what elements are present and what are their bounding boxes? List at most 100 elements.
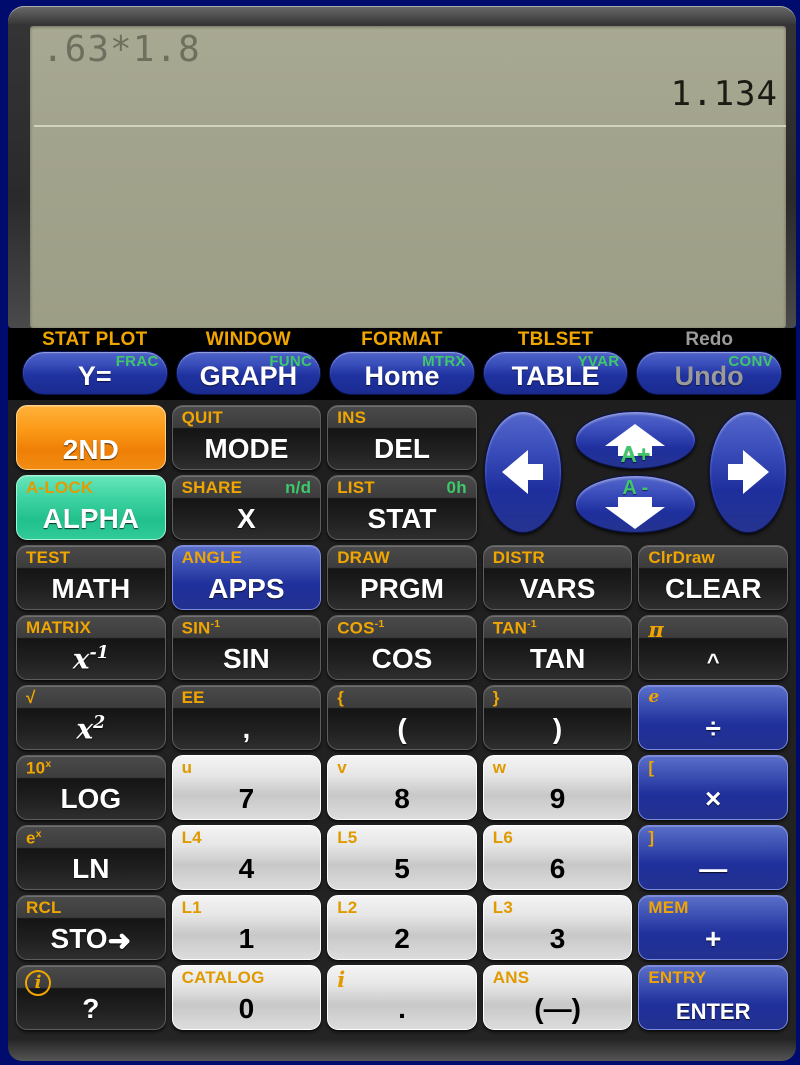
second-label-e-power-x: ex bbox=[26, 828, 42, 848]
key-0-label: 0 bbox=[238, 993, 255, 1024]
second-label-y-equals: STAT PLOT bbox=[42, 329, 148, 350]
second-label-pi: π bbox=[648, 617, 664, 642]
negate-key[interactable]: ANS (—) bbox=[482, 965, 633, 1030]
key-5[interactable]: L5 5 bbox=[327, 825, 477, 890]
y-equals-label: Y= bbox=[77, 360, 112, 391]
second-label-l4: L4 bbox=[181, 828, 202, 847]
second-label-ee: EE bbox=[181, 688, 205, 707]
key-6[interactable]: L6 6 bbox=[482, 825, 633, 890]
help-key[interactable]: i ? bbox=[16, 965, 166, 1030]
second-label-clrdraw: ClrDraw bbox=[648, 548, 715, 567]
clear-key[interactable]: ClrDraw CLEAR bbox=[638, 545, 788, 610]
alpha-label-v: v bbox=[337, 758, 347, 777]
second-label-l2: L2 bbox=[337, 898, 358, 917]
second-label-list: LIST bbox=[337, 478, 375, 497]
vars-key[interactable]: DISTR VARS bbox=[482, 545, 633, 610]
second-label-rcl: RCL bbox=[26, 898, 62, 917]
subtract-key-label: — bbox=[699, 853, 728, 884]
open-paren-key-label: ( bbox=[397, 713, 407, 744]
second-label-home: FORMAT bbox=[361, 329, 443, 350]
stat-key[interactable]: LIST 0h STAT bbox=[327, 475, 477, 540]
add-key-label: + bbox=[705, 923, 722, 954]
undo-button[interactable]: CONV Undo bbox=[636, 351, 782, 395]
math-key[interactable]: TEST MATH bbox=[16, 545, 166, 610]
second-key[interactable]: 2ND bbox=[16, 405, 166, 470]
x-variable-label: X bbox=[237, 503, 256, 534]
key-2[interactable]: L2 2 bbox=[327, 895, 477, 960]
tan-key[interactable]: TAN-1 TAN bbox=[482, 615, 633, 680]
key-3[interactable]: L3 3 bbox=[482, 895, 633, 960]
key-2-label: 2 bbox=[394, 923, 410, 954]
key-7[interactable]: u 7 bbox=[171, 755, 322, 820]
key-0[interactable]: CATALOG 0 bbox=[171, 965, 322, 1030]
ln-key[interactable]: ex LN bbox=[16, 825, 166, 890]
sin-key[interactable]: SIN-1 SIN bbox=[171, 615, 322, 680]
subtract-key[interactable]: ] — bbox=[638, 825, 788, 890]
second-label-angle: ANGLE bbox=[181, 548, 243, 567]
lcd-history-line: .63*1.8 1.134 bbox=[30, 26, 786, 124]
alpha-label-u: u bbox=[181, 758, 193, 777]
square-key-label: x2 bbox=[76, 712, 106, 745]
mode-key[interactable]: QUIT MODE bbox=[171, 405, 322, 470]
divide-key-label: ÷ bbox=[705, 713, 721, 744]
second-label-mem: MEM bbox=[648, 898, 689, 917]
second-label-l1: L1 bbox=[181, 898, 202, 917]
prgm-key[interactable]: DRAW PRGM bbox=[327, 545, 477, 610]
graph-button[interactable]: FUNC GRAPH bbox=[175, 351, 322, 395]
x-variable-key[interactable]: SHARE n/d X bbox=[171, 475, 322, 540]
apps-key[interactable]: ANGLE APPS bbox=[171, 545, 322, 610]
reciprocal-key-label: x-1 bbox=[72, 642, 109, 675]
key-7-label: 7 bbox=[238, 783, 255, 814]
square-key[interactable]: √ x2 bbox=[16, 685, 166, 750]
table-button[interactable]: YVAR TABLE bbox=[482, 351, 629, 395]
down-arrow-key[interactable]: A - bbox=[574, 475, 696, 533]
alpha-key[interactable]: A-LOCK ALPHA bbox=[16, 475, 166, 540]
home-button[interactable]: MTRX Home bbox=[329, 351, 475, 395]
second-label-table: TBLSET bbox=[517, 329, 594, 350]
second-label-matrix: MATRIX bbox=[26, 618, 92, 637]
alpha-label-0h: 0h bbox=[446, 478, 467, 497]
left-arrow-icon bbox=[502, 450, 544, 494]
del-key[interactable]: INS DEL bbox=[327, 405, 477, 470]
redo-button[interactable]: Redo bbox=[636, 329, 782, 351]
cos-key[interactable]: COS-1 COS bbox=[327, 615, 477, 680]
cos-key-label: COS bbox=[371, 643, 433, 674]
right-arrow-key[interactable] bbox=[709, 411, 787, 533]
reciprocal-key[interactable]: MATRIX x-1 bbox=[16, 615, 166, 680]
second-label-catalog: CATALOG bbox=[181, 968, 265, 987]
enter-key[interactable]: ENTRY ENTER bbox=[638, 965, 788, 1030]
stat-key-label: STAT bbox=[367, 503, 437, 534]
second-label-draw: DRAW bbox=[337, 548, 390, 567]
open-paren-key[interactable]: { ( bbox=[327, 685, 477, 750]
close-paren-key[interactable]: } ) bbox=[482, 685, 633, 750]
left-arrow-key[interactable] bbox=[483, 411, 562, 533]
divide-key[interactable]: e ÷ bbox=[638, 685, 788, 750]
key-9[interactable]: w 9 bbox=[482, 755, 633, 820]
apps-key-label: APPS bbox=[208, 573, 285, 604]
info-icon: i bbox=[25, 970, 51, 996]
add-key[interactable]: MEM + bbox=[638, 895, 788, 960]
key-8[interactable]: v 8 bbox=[327, 755, 477, 820]
vars-key-label: VARS bbox=[519, 573, 596, 604]
log-key[interactable]: 10x LOG bbox=[16, 755, 166, 820]
key-6-label: 6 bbox=[549, 853, 566, 884]
lcd-separator bbox=[34, 125, 786, 127]
up-arrow-key[interactable]: A+ bbox=[574, 411, 696, 469]
second-label-imaginary-i: i bbox=[337, 967, 346, 992]
multiply-key[interactable]: [ × bbox=[638, 755, 788, 820]
comma-key[interactable]: EE , bbox=[171, 685, 322, 750]
second-label-e: e bbox=[648, 687, 660, 707]
negate-key-label: (—) bbox=[534, 993, 581, 1024]
lcd-display[interactable]: .63*1.8 1.134 bbox=[30, 26, 786, 328]
store-key[interactable]: RCL STO➜ bbox=[16, 895, 166, 960]
key-1[interactable]: L1 1 bbox=[171, 895, 322, 960]
second-label-arccos: COS-1 bbox=[337, 618, 385, 638]
second-label-open-brace: { bbox=[337, 688, 345, 707]
power-key[interactable]: π ^ bbox=[638, 615, 788, 680]
y-equals-button[interactable]: FRAC Y= bbox=[22, 351, 168, 395]
right-arrow-icon bbox=[727, 450, 769, 494]
sin-key-label: SIN bbox=[223, 643, 270, 674]
direction-pad: A+ A - bbox=[483, 405, 788, 540]
key-4[interactable]: L4 4 bbox=[171, 825, 322, 890]
decimal-key[interactable]: i . bbox=[327, 965, 477, 1030]
